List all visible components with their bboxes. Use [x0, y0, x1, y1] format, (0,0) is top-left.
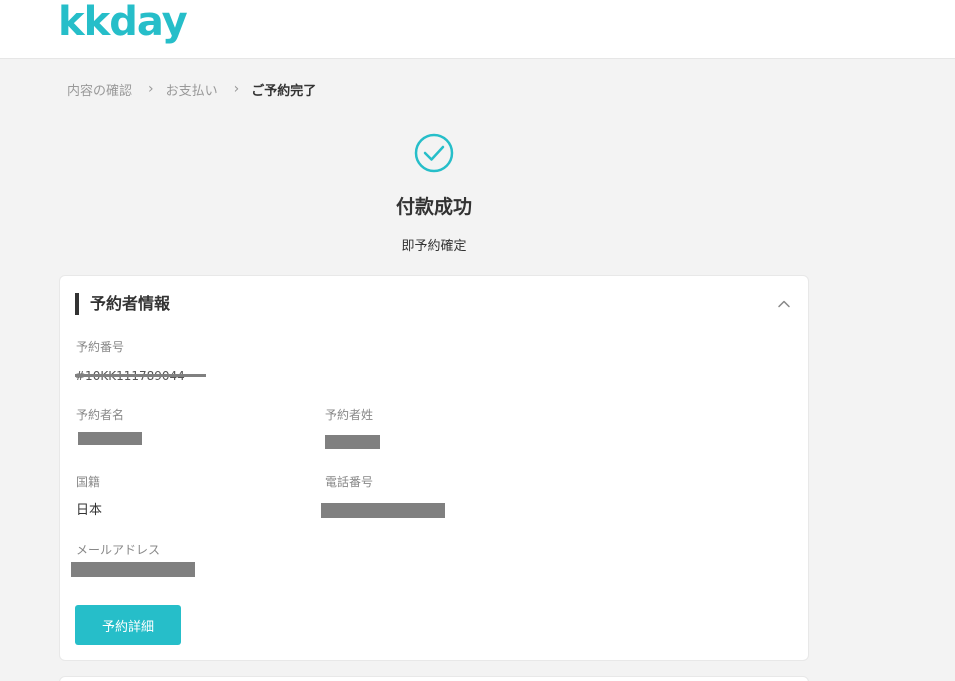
booker-info-card: 予約者情報 予約番号 #10KK111789044 予約者名 予約者姓 国籍 日… [59, 275, 809, 661]
breadcrumb-separator-icon: › [148, 81, 154, 97]
booking-number-redaction [75, 374, 206, 377]
last-name-label: 予約者姓 [325, 408, 374, 422]
chevron-up-icon[interactable] [776, 296, 792, 312]
booker-info-title: 予約者情報 [90, 294, 171, 313]
breadcrumb-step-payment: お支払い [165, 83, 218, 99]
nationality-value: 日本 [76, 503, 103, 518]
booking-detail-button[interactable]: 予約詳細 [75, 605, 181, 645]
phone-redacted-value [321, 503, 445, 518]
nationality-label: 国籍 [76, 475, 101, 489]
breadcrumb-step-complete: ご予約完了 [251, 83, 317, 99]
kkday-logo[interactable]: kkday [58, 0, 188, 44]
breadcrumb-step-confirm: 内容の確認 [67, 83, 133, 99]
site-header: kkday [0, 0, 955, 59]
first-name-label: 予約者名 [76, 408, 125, 422]
check-circle-icon [414, 133, 454, 173]
email-redacted-value [71, 562, 195, 577]
phone-label: 電話番号 [325, 475, 374, 489]
next-section-card [59, 676, 809, 681]
breadcrumb-separator-icon: › [233, 81, 240, 97]
payment-success-title: 付款成功 [395, 196, 472, 218]
email-label: メールアドレス [76, 543, 161, 557]
last-name-redacted-value [325, 435, 380, 449]
first-name-redacted-value [78, 432, 142, 445]
section-accent-bar [75, 293, 79, 315]
breadcrumb: 内容の確認 › お支払い › ご予約完了 [67, 79, 316, 99]
booking-confirmed-text: 即予約確定 [401, 239, 467, 254]
booking-number-label: 予約番号 [76, 340, 125, 354]
